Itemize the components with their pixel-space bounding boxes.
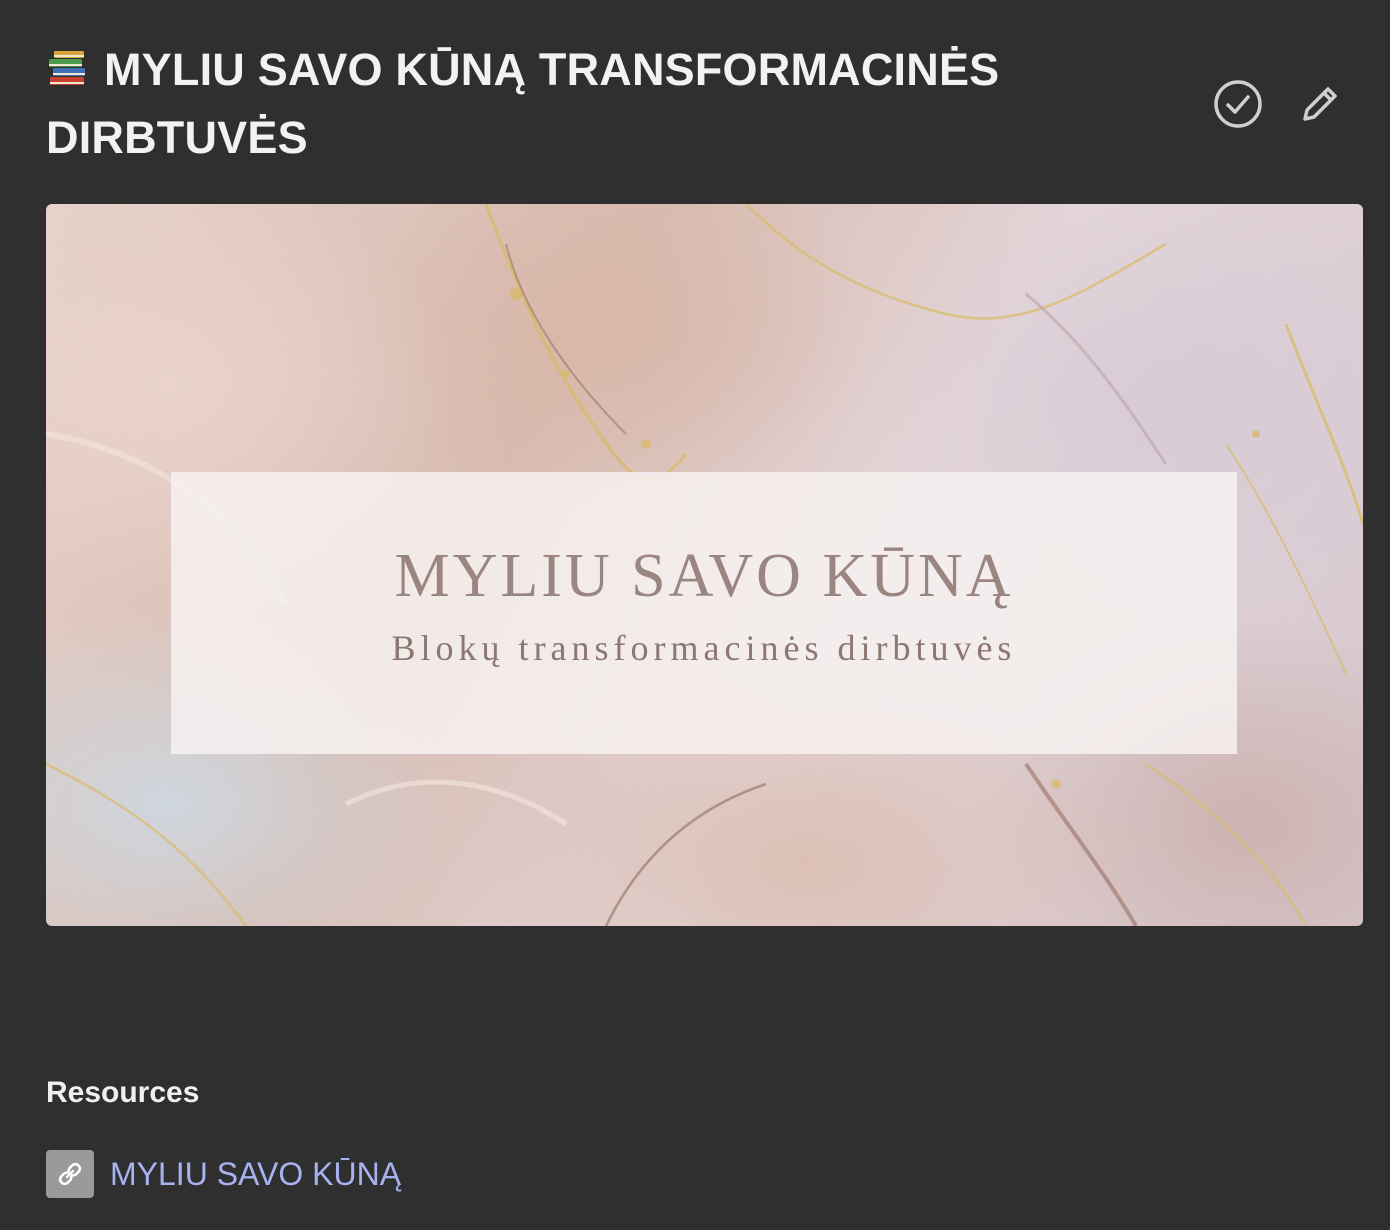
- check-circle-icon: [1214, 80, 1262, 128]
- books-icon: [46, 40, 90, 85]
- page: MYLIU SAVO KŪNĄ TRANSFORMACINĖS DIRBTUVĖ…: [0, 0, 1390, 1230]
- link-icon: [46, 1150, 94, 1198]
- cover-title: MYLIU SAVO KŪNĄ: [394, 542, 1014, 610]
- page-actions: [1212, 78, 1346, 130]
- page-title-text: MYLIU SAVO KŪNĄ TRANSFORMACINĖS DIRBTUVĖ…: [46, 44, 1000, 163]
- edit-button[interactable]: [1294, 78, 1346, 130]
- page-header: MYLIU SAVO KŪNĄ TRANSFORMACINĖS DIRBTUVĖ…: [46, 36, 1046, 172]
- resource-link[interactable]: MYLIU SAVO KŪNĄ: [46, 1150, 401, 1198]
- page-title: MYLIU SAVO KŪNĄ TRANSFORMACINĖS DIRBTUVĖ…: [46, 36, 1046, 172]
- cover-image: MYLIU SAVO KŪNĄ Blokų transformacinės di…: [46, 204, 1363, 926]
- pencil-icon: [1303, 87, 1337, 121]
- cover-subtitle: Blokų transformacinės dirbtuvės: [391, 628, 1017, 668]
- cover-text-panel: MYLIU SAVO KŪNĄ Blokų transformacinės di…: [171, 472, 1237, 754]
- resources-heading: Resources: [46, 1076, 200, 1109]
- mark-complete-button[interactable]: [1212, 78, 1264, 130]
- resource-link-label: MYLIU SAVO KŪNĄ: [110, 1156, 402, 1192]
